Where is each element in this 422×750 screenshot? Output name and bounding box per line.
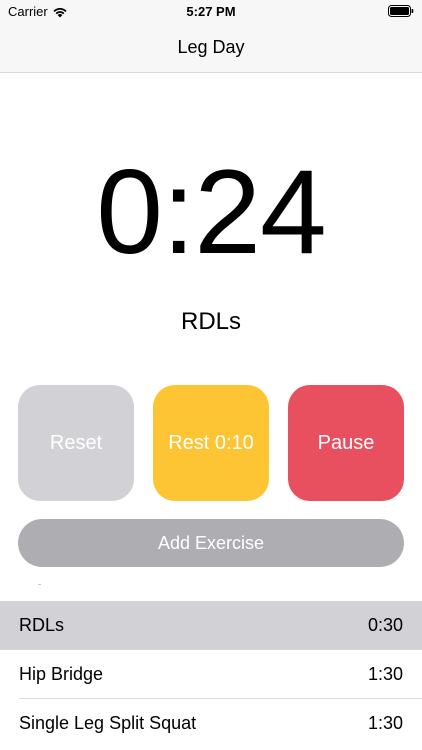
battery-icon [388, 5, 414, 17]
rest-button[interactable]: Rest 0:10 [153, 385, 269, 501]
reset-button[interactable]: Reset [18, 385, 134, 501]
add-exercise-button[interactable]: Add Exercise [18, 519, 404, 567]
exercise-row-single-leg-split-squat[interactable]: Single Leg Split Squat 1:30 [0, 699, 422, 748]
exercise-duration: 1:30 [367, 713, 403, 733]
exercise-name: Hip Bridge [19, 664, 104, 684]
timer-display: 0:24 [96, 145, 327, 279]
exercise-row-rdls[interactable]: RDLs 0:30 [0, 601, 422, 650]
status-bar: Carrier 5:27 PM [0, 0, 422, 24]
current-exercise-label: RDLs [180, 308, 241, 335]
exercise-name: Single Leg Split Squat [19, 713, 197, 733]
exercise-row-hip-bridge[interactable]: Hip Bridge 1:30 [0, 650, 422, 699]
divider-mark [38, 584, 41, 585]
exercise-list: RDLs 0:30 Hip Bridge 1:30 Single Leg Spl… [0, 601, 422, 748]
exercise-duration: 1:30 [367, 664, 403, 684]
exercise-name: RDLs [19, 615, 65, 635]
navigation-bar: Leg Day [0, 24, 422, 73]
pause-button[interactable]: Pause [288, 385, 404, 501]
exercise-duration: 0:30 [367, 615, 403, 635]
status-time: 5:27 PM [186, 4, 236, 19]
nav-title: Leg Day [177, 37, 245, 57]
